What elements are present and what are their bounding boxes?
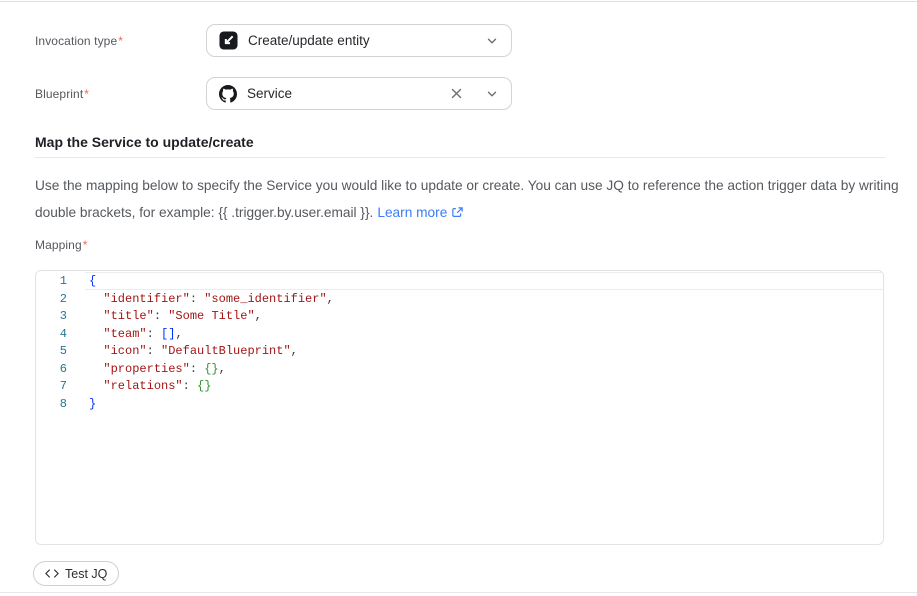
- external-link-icon[interactable]: [451, 201, 464, 228]
- invocation-type-label-text: Invocation type: [35, 34, 117, 48]
- chevron-down-icon[interactable]: [486, 35, 498, 47]
- blueprint-select[interactable]: Service: [206, 77, 512, 110]
- invocation-type-value: Create/update entity: [248, 33, 476, 48]
- code-line[interactable]: }: [89, 396, 879, 414]
- test-jq-button-label: Test JQ: [65, 567, 107, 581]
- editor-gutter: 12345678: [36, 273, 67, 413]
- code-line[interactable]: "identifier": "some_identifier",: [89, 291, 879, 309]
- clear-icon[interactable]: [450, 87, 463, 100]
- code-line[interactable]: "title": "Some Title",: [89, 308, 879, 326]
- code-line[interactable]: "icon": "DefaultBlueprint",: [89, 343, 879, 361]
- line-number: 4: [36, 326, 67, 344]
- line-number: 1: [36, 273, 67, 291]
- chevron-down-icon[interactable]: [486, 88, 498, 100]
- section-description: Use the mapping below to specify the Ser…: [35, 172, 899, 228]
- code-line[interactable]: "properties": {},: [89, 361, 879, 379]
- line-number: 7: [36, 378, 67, 396]
- required-asterisk: *: [83, 238, 88, 252]
- line-number: 5: [36, 343, 67, 361]
- invocation-type-select[interactable]: Create/update entity: [206, 24, 512, 57]
- learn-more-link[interactable]: Learn more: [377, 205, 447, 220]
- mapping-label: Mapping*: [35, 238, 88, 252]
- section-heading: Map the Service to update/create: [35, 134, 254, 150]
- invocation-type-label: Invocation type*: [35, 34, 123, 48]
- bottom-divider: [0, 592, 917, 593]
- description-line-2: double brackets, for example: {{ .trigge…: [35, 199, 899, 228]
- description-line-1: Use the mapping below to specify the Ser…: [35, 172, 899, 199]
- code-line[interactable]: "team": [],: [89, 326, 879, 344]
- github-icon: [219, 85, 237, 103]
- test-jq-button[interactable]: Test JQ: [33, 561, 119, 586]
- section-divider: [35, 157, 885, 158]
- editor-code[interactable]: { "identifier": "some_identifier", "titl…: [89, 273, 879, 413]
- line-number: 2: [36, 291, 67, 309]
- line-number: 8: [36, 396, 67, 414]
- action-mapping-form: Invocation type* Create/update entity Bl…: [0, 0, 917, 596]
- blueprint-value: Service: [247, 86, 440, 101]
- code-line[interactable]: "relations": {}: [89, 378, 879, 396]
- mapping-label-text: Mapping: [35, 238, 82, 252]
- description-line-2-text: double brackets, for example: {{ .trigge…: [35, 205, 373, 220]
- code-line[interactable]: {: [89, 273, 879, 291]
- required-asterisk: *: [84, 87, 89, 101]
- blueprint-label-text: Blueprint: [35, 87, 83, 101]
- code-brackets-icon: [45, 569, 59, 578]
- line-number: 3: [36, 308, 67, 326]
- required-asterisk: *: [118, 34, 123, 48]
- line-number: 6: [36, 361, 67, 379]
- mapping-code-editor[interactable]: 12345678 { "identifier": "some_identifie…: [35, 270, 884, 545]
- blueprint-label: Blueprint*: [35, 87, 89, 101]
- top-divider: [0, 1, 917, 2]
- create-update-entity-icon: [219, 31, 238, 50]
